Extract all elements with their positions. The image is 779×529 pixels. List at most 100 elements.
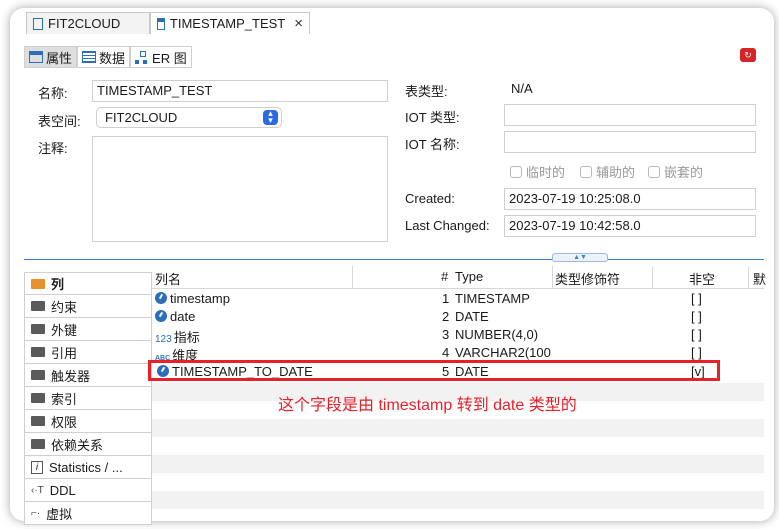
key-icon — [31, 301, 45, 311]
timestamp-type-icon — [155, 292, 167, 304]
cell-type: TIMESTAMP — [455, 291, 530, 306]
checkbox-box — [648, 165, 660, 178]
iot-name-field[interactable] — [504, 131, 756, 153]
header-number[interactable]: # — [441, 269, 448, 284]
side-item-indexes[interactable]: 索引 — [24, 387, 152, 410]
temporary-checkbox[interactable]: 临时的 — [510, 162, 565, 181]
side-item-foreign-keys[interactable]: 外键 — [24, 318, 152, 341]
name-label: 名称: — [38, 86, 68, 101]
side-item-label: 外键 — [51, 322, 78, 338]
data-icon — [82, 51, 97, 63]
iot-type-field[interactable] — [504, 104, 756, 126]
tab-label: ER 图 — [152, 50, 187, 66]
auxiliary-checkbox[interactable]: 辅助的 — [580, 162, 635, 181]
side-item-triggers[interactable]: 触发器 — [24, 364, 152, 387]
grid-header: 列名 # Type 类型修饰符 非空 默 — [152, 266, 766, 289]
header-not-null[interactable]: 非空 — [689, 269, 715, 288]
folder-icon — [31, 439, 45, 449]
cell-name: timestamp — [170, 291, 230, 306]
er-diagram-icon — [135, 50, 149, 64]
cell-num: 4 — [442, 345, 450, 360]
cell-type: NUMBER(4,0) — [455, 327, 539, 342]
date-type-icon — [155, 310, 167, 322]
cell-name: date — [170, 309, 196, 324]
created-label: Created: — [405, 191, 455, 206]
tab-properties[interactable]: 属性 — [24, 46, 78, 68]
cell-name: 指标 — [173, 330, 200, 345]
cell-num: 2 — [442, 309, 450, 324]
tab-label: TIMESTAMP_TEST — [169, 16, 286, 31]
last-changed-field[interactable]: 2023-07-19 10:42:58.0 — [504, 215, 756, 237]
cell-not-null[interactable]: [ ] — [691, 345, 702, 360]
annotation-text: 这个字段是由 timestamp 转到 date 类型的 — [278, 397, 577, 414]
table-icon — [157, 17, 165, 30]
side-item-label: 索引 — [51, 391, 78, 407]
tablespace-label: 表空间: — [38, 114, 81, 129]
header-column-name[interactable]: 列名 — [155, 269, 181, 288]
cell-not-null[interactable]: [ ] — [691, 309, 702, 324]
created-field[interactable]: 2023-07-19 10:25:08.0 — [504, 188, 756, 210]
side-item-label: 约束 — [51, 299, 78, 315]
key-icon — [31, 416, 45, 426]
side-item-virtual[interactable]: ⌐· 虚拟 — [24, 502, 152, 525]
cell-not-null[interactable]: [ ] — [691, 327, 702, 342]
side-item-columns[interactable]: 列 — [24, 272, 152, 295]
editor-tab-bar: FIT2CLOUD TIMESTAMP_TEST × — [14, 12, 774, 34]
side-item-statistics[interactable]: i Statistics / ... — [24, 456, 152, 479]
side-item-constraints[interactable]: 约束 — [24, 295, 152, 318]
side-item-label: 触发器 — [51, 368, 91, 384]
table-row[interactable]: 123 指标 3 NUMBER(4,0) [ ] — [152, 326, 764, 345]
cell-type: VARCHAR2(100 — [455, 345, 551, 360]
splitter-handle[interactable]: ▲▼ — [552, 253, 608, 262]
tab-er-diagram[interactable]: ER 图 — [130, 46, 192, 68]
splitter-line — [24, 259, 764, 260]
comment-label: 注释: — [38, 141, 68, 156]
tab-fit2cloud[interactable]: FIT2CLOUD — [26, 12, 150, 34]
checkbox-label: 嵌套的 — [664, 165, 704, 180]
document-icon — [33, 17, 43, 30]
cell-not-null[interactable]: [ ] — [691, 291, 702, 306]
folder-icon — [31, 347, 45, 357]
comment-textarea[interactable] — [92, 136, 388, 242]
empty-row — [152, 473, 764, 491]
empty-row — [152, 419, 764, 437]
properties-panel: 名称: TIMESTAMP_TEST 表空间: FIT2CLOUD ▴ ▾ 注释:… — [24, 70, 764, 256]
table-row[interactable]: date 2 DATE [ ] — [152, 308, 764, 326]
empty-row — [152, 491, 764, 509]
iot-type-label: IOT 类型: — [405, 110, 460, 125]
name-field[interactable]: TIMESTAMP_TEST — [92, 80, 388, 102]
highlight-box — [148, 360, 720, 381]
iot-name-label: IOT 名称: — [405, 137, 460, 152]
tab-label: FIT2CLOUD — [48, 16, 121, 31]
checkbox-label: 辅助的 — [596, 165, 636, 180]
ddl-icon: ‹·T — [31, 484, 44, 496]
side-item-label: 列 — [51, 277, 65, 292]
checkbox-label: 临时的 — [526, 165, 566, 180]
header-type[interactable]: Type — [455, 269, 483, 284]
last-changed-label: Last Changed: — [405, 218, 490, 233]
cell-num: 3 — [442, 327, 450, 342]
side-item-label: Statistics / ... — [49, 459, 123, 475]
folder-icon — [31, 393, 45, 403]
column-separator — [352, 266, 353, 288]
side-item-permissions[interactable]: 权限 — [24, 410, 152, 433]
side-item-references[interactable]: 引用 — [24, 341, 152, 364]
side-item-ddl[interactable]: ‹·T DDL — [24, 479, 152, 502]
column-separator — [748, 266, 749, 288]
folder-icon — [31, 370, 45, 380]
side-item-label: DDL — [49, 482, 76, 498]
close-icon[interactable]: × — [294, 15, 303, 32]
tab-timestamp-test[interactable]: TIMESTAMP_TEST × — [150, 12, 310, 34]
side-item-dependencies[interactable]: 依赖关系 — [24, 433, 152, 456]
table-row[interactable]: timestamp 1 TIMESTAMP [ ] — [152, 290, 764, 308]
tablespace-select[interactable]: FIT2CLOUD ▴ ▾ — [96, 107, 282, 128]
tab-data[interactable]: 数据 — [77, 46, 131, 68]
header-type-modifier[interactable]: 类型修饰符 — [555, 269, 620, 288]
header-default[interactable]: 默 — [753, 269, 766, 288]
cell-type: DATE — [455, 309, 489, 324]
nested-checkbox[interactable]: 嵌套的 — [648, 162, 703, 181]
save-icon[interactable]: ↻ — [740, 48, 756, 62]
side-item-label: 权限 — [51, 414, 78, 430]
side-item-label: 虚拟 — [46, 506, 73, 522]
tab-label: 数据 — [99, 50, 126, 66]
